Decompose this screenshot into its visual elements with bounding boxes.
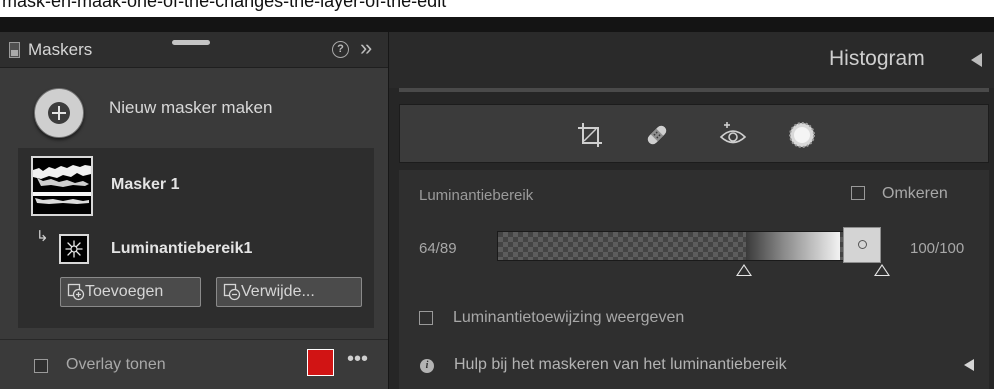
add-mask-button[interactable] [34, 88, 84, 138]
histogram-header[interactable]: Histogram [389, 32, 994, 88]
drag-handle-icon[interactable] [172, 40, 210, 45]
expand-triangle-icon[interactable] [964, 359, 974, 371]
range-right-value: 100/100 [910, 240, 965, 257]
invert-checkbox[interactable] [851, 186, 865, 200]
luminance-range-slider[interactable] [497, 231, 847, 261]
overlay-checkbox[interactable] [34, 359, 48, 373]
masks-panel-header: Maskers ? » [0, 32, 388, 68]
overlay-label[interactable]: Overlay tonen [66, 356, 166, 374]
circle-handle-icon [858, 240, 867, 249]
mask-list-item[interactable]: Masker 1 [18, 148, 374, 219]
right-panel: Histogram Luminantiebereik Omkeren 64/89… [388, 32, 994, 389]
histogram-divider [399, 88, 989, 92]
red-eye-icon[interactable] [715, 117, 751, 153]
new-mask-row[interactable]: Nieuw masker maken [0, 68, 388, 148]
show-luminance-map-label[interactable]: Luminantietoewijzing weergeven [453, 309, 684, 327]
help-icon[interactable]: ? [332, 41, 349, 58]
mask-name: Masker 1 [111, 176, 180, 193]
remove-component-button[interactable]: Verwijde... [216, 277, 362, 307]
heal-icon[interactable] [639, 117, 675, 153]
crop-icon[interactable] [572, 117, 608, 153]
overlay-row: Overlay tonen ••• [0, 340, 388, 389]
falloff-marker-right-icon[interactable] [874, 264, 890, 276]
mask-thumbnail [31, 156, 93, 216]
mask-list: Masker 1 ↳ Luminantiebereik1 Toevoegen V… [18, 148, 374, 328]
show-luminance-map-checkbox[interactable] [419, 311, 433, 325]
luminance-range-panel: Luminantiebereik Omkeren 64/89 100/100 L… [399, 170, 989, 389]
sub-component-arrow-icon: ↳ [36, 228, 49, 245]
masks-panel: Maskers ? » Nieuw masker maken Masker 1 … [0, 32, 388, 389]
invert-label[interactable]: Omkeren [882, 185, 948, 203]
falloff-marker-left-icon[interactable] [736, 264, 752, 276]
more-options-icon[interactable]: ••• [347, 348, 368, 371]
window-top-bar [0, 17, 994, 32]
panel-toggle-icon[interactable] [9, 42, 20, 58]
range-end-handle[interactable] [843, 227, 881, 263]
masks-panel-title: Maskers [28, 40, 93, 59]
add-layer-icon [67, 283, 85, 301]
mask-icon[interactable] [784, 117, 820, 153]
top-caption-text: mask-en-maak-one-of-the-changes-the-laye… [2, 0, 447, 11]
info-icon: i [420, 359, 434, 373]
remove-layer-icon [223, 283, 241, 301]
collapse-triangle-icon[interactable] [971, 53, 982, 67]
double-chevron-right-icon[interactable]: » [360, 37, 372, 59]
add-component-button[interactable]: Toevoegen [60, 277, 201, 307]
help-link[interactable]: Hulp bij het maskeren van het luminantie… [454, 356, 787, 374]
tool-strip [399, 104, 989, 163]
luminance-range-fill [746, 232, 840, 260]
add-component-label: Toevoegen [85, 283, 164, 300]
histogram-title: Histogram [829, 47, 925, 70]
overlay-color-swatch[interactable] [307, 349, 334, 376]
luminance-range-label: Luminantiebereik [419, 187, 534, 204]
remove-component-label: Verwijde... [241, 283, 315, 300]
new-mask-label[interactable]: Nieuw masker maken [109, 98, 272, 118]
plus-icon [48, 102, 70, 124]
luminance-component-name[interactable]: Luminantiebereik1 [111, 240, 252, 258]
luminance-component-thumbnail[interactable] [59, 234, 89, 264]
range-left-value: 64/89 [419, 240, 457, 257]
